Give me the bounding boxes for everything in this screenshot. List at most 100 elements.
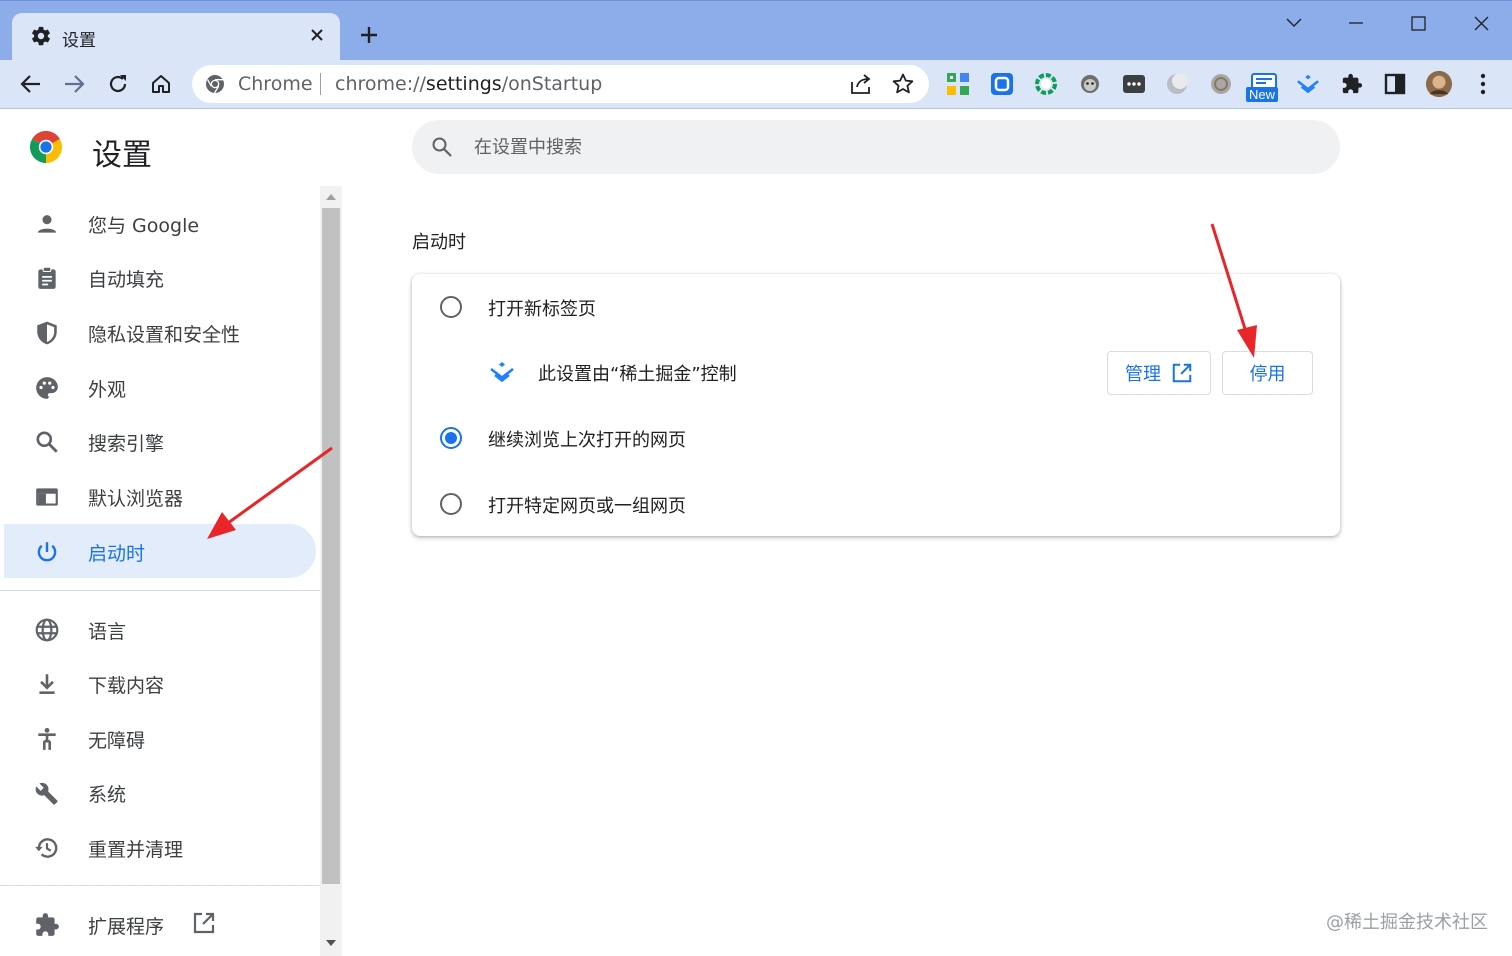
extension-green-button[interactable] (1032, 70, 1060, 98)
extension-juejin-button[interactable] (1294, 70, 1322, 98)
home-button[interactable] (145, 68, 177, 100)
shield-icon (37, 321, 57, 345)
sidebar-item-label: 语言 (88, 621, 127, 643)
scroll-down-icon[interactable] (326, 940, 336, 946)
extension-square-button[interactable] (988, 70, 1016, 98)
option-label-specific-pages: 打开特定网页或一组网页 (488, 496, 686, 517)
radio-continue[interactable] (440, 427, 462, 449)
moon-extension-icon (1167, 73, 1188, 94)
new-tab-button[interactable] (354, 20, 384, 50)
arrow-right-icon (65, 75, 85, 93)
tab-close-button[interactable] (304, 22, 330, 48)
search-icon (432, 137, 452, 157)
close-window-button[interactable] (1461, 7, 1501, 39)
sidebar-item-label: 默认浏览器 (88, 488, 184, 510)
sidebar-item-accessibility[interactable]: 无障碍 (4, 711, 316, 765)
tab-settings[interactable]: 设置 (12, 13, 340, 61)
wrench-icon (35, 782, 58, 805)
open-in-new-icon (1172, 363, 1192, 383)
sidebar-nav: 您与 Google 自动填充 隐私设置和安全性 外观 搜索引擎 默认浏览器 启动… (0, 186, 320, 956)
sidebar-item-label: 隐私设置和安全性 (88, 324, 241, 346)
browser-window-icon (36, 488, 58, 506)
extension-grid-button[interactable] (944, 70, 972, 98)
radio-new-tab[interactable] (440, 296, 462, 318)
side-panel-button[interactable] (1381, 70, 1409, 98)
forward-button[interactable] (58, 68, 90, 100)
disable-button-label: 停用 (1249, 364, 1286, 385)
green-gear-extension-icon (1035, 73, 1057, 95)
dots-extension-icon (1123, 75, 1145, 93)
minimize-button[interactable] (1336, 7, 1376, 39)
site-name: Chrome (238, 73, 313, 95)
sidebar-item-you-and-google[interactable]: 您与 Google (4, 196, 316, 250)
bookmark-star-icon[interactable] (891, 72, 915, 96)
globe-icon (35, 618, 59, 642)
radio-specific-pages[interactable] (440, 493, 462, 515)
sidebar-item-reset[interactable]: 重置并清理 (4, 820, 316, 874)
extension-moon-button[interactable] (1163, 70, 1191, 98)
juejin-icon (490, 362, 514, 383)
avatar (1425, 70, 1453, 98)
juejin-icon (1297, 74, 1319, 94)
search-input[interactable] (474, 131, 1294, 163)
scrollbar-thumb[interactable] (322, 208, 340, 884)
home-icon (152, 75, 170, 93)
sidebar-item-system[interactable]: 系统 (4, 765, 316, 819)
plus-icon (361, 27, 377, 43)
sidebar-item-label: 外观 (88, 379, 127, 401)
sidebar-divider (0, 590, 320, 591)
blue-square-extension-icon (991, 73, 1013, 95)
new-badge: New (1246, 87, 1279, 102)
sidebar-item-downloads[interactable]: 下载内容 (4, 656, 316, 710)
sidebar-item-search-engine[interactable]: 搜索引擎 (4, 414, 316, 468)
tab-search-button[interactable] (1274, 7, 1314, 39)
sidebar-item-on-startup[interactable]: 启动时 (4, 524, 316, 578)
accessibility-icon (38, 727, 56, 750)
scroll-up-icon[interactable] (326, 194, 336, 200)
chrome-menu-button[interactable] (1469, 70, 1497, 98)
arrow-left-icon (20, 75, 40, 93)
manage-button-label: 管理 (1125, 364, 1161, 385)
extension-circle-button[interactable] (1207, 70, 1235, 98)
close-icon (311, 29, 323, 41)
toolbar: Chrome chrome://settings/onStartup (0, 60, 1512, 109)
tab-strip: 设置 (0, 0, 1512, 61)
sidebar-divider (0, 885, 320, 886)
chrome-logo-icon (30, 131, 62, 163)
extension-dots-button[interactable] (1120, 70, 1148, 98)
tab-title: 设置 (62, 31, 96, 51)
back-button[interactable] (15, 68, 47, 100)
puzzle-icon (36, 913, 59, 936)
sidebar-item-appearance[interactable]: 外观 (4, 360, 316, 414)
manage-button[interactable]: 管理 (1107, 351, 1211, 395)
address-bar[interactable]: Chrome chrome://settings/onStartup (192, 65, 929, 103)
disable-extension-button[interactable]: 停用 (1222, 351, 1313, 395)
sidebar-item-extensions[interactable]: 扩展程序 (4, 897, 316, 951)
sidebar-item-label: 您与 Google (88, 215, 200, 237)
sidebar-item-label: 系统 (88, 784, 127, 806)
extensions-menu-button[interactable] (1338, 70, 1366, 98)
more-vert-icon (1480, 73, 1486, 95)
maximize-button[interactable] (1398, 7, 1438, 39)
restore-icon (35, 838, 58, 858)
share-icon[interactable] (849, 73, 873, 95)
sidebar-item-autofill[interactable]: 自动填充 (4, 250, 316, 304)
chrome-site-icon (206, 75, 224, 94)
sidebar-item-privacy[interactable]: 隐私设置和安全性 (4, 305, 316, 359)
search-icon (36, 431, 58, 453)
sidebar-scrollbar[interactable] (320, 186, 342, 956)
round-extension-icon (1211, 74, 1231, 94)
sidebar-item-label: 启动时 (88, 543, 146, 565)
monkey-extension-icon (1081, 75, 1099, 93)
reload-button[interactable] (102, 68, 134, 100)
sidebar-item-default-browser[interactable]: 默认浏览器 (4, 469, 316, 523)
sidebar-item-languages[interactable]: 语言 (4, 602, 316, 656)
extension-controlled-text: 此设置由“稀土掘金”控制 (538, 364, 737, 385)
section-title: 启动时 (412, 232, 466, 253)
chevron-down-icon (1286, 18, 1302, 27)
sidebar-item-label: 自动填充 (88, 269, 165, 291)
palette-icon (36, 377, 58, 399)
extension-monkey-button[interactable] (1076, 70, 1104, 98)
sidebar-item-label: 下载内容 (88, 675, 165, 697)
profile-button[interactable] (1425, 70, 1453, 98)
